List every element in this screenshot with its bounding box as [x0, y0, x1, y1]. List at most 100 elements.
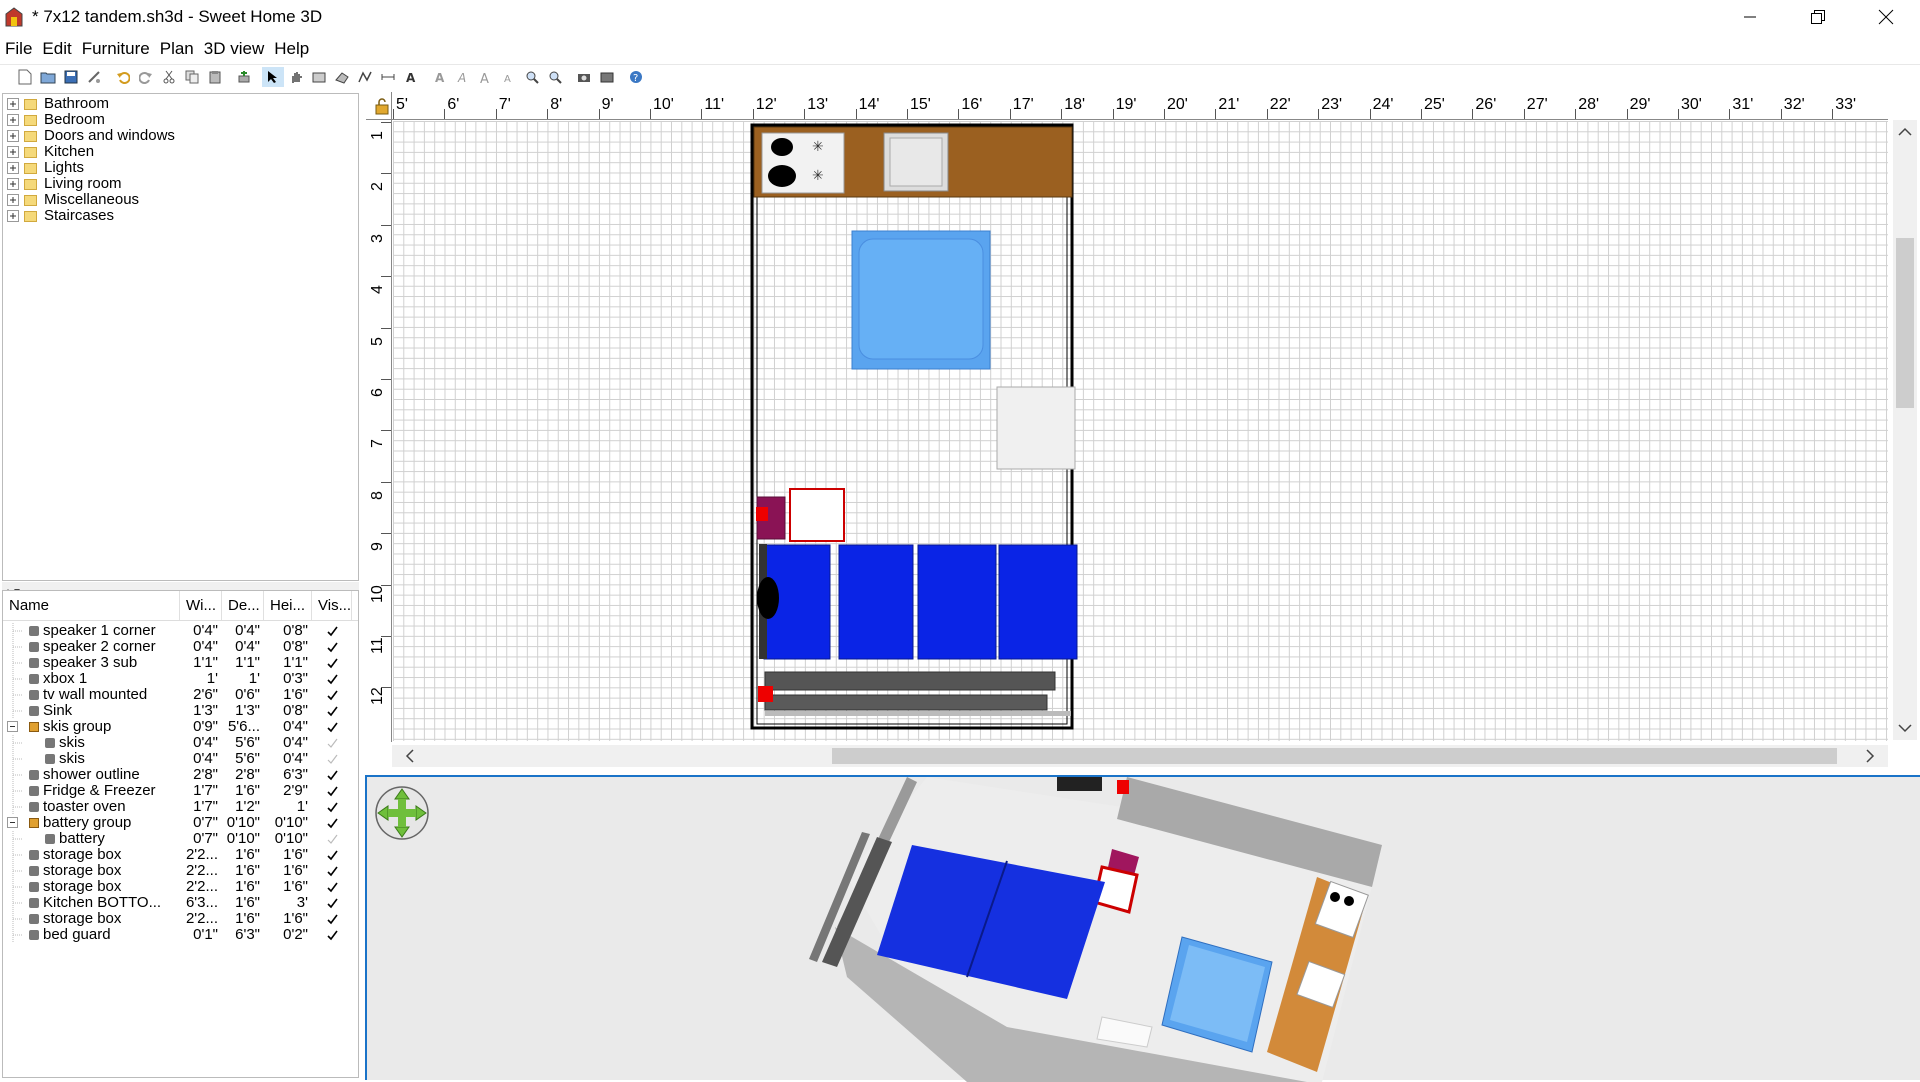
furniture-row[interactable]: xbox 1 1' 1' 0'3": [3, 671, 358, 687]
visible-checkbox-checked[interactable]: [326, 801, 339, 814]
visible-checkbox-disabled[interactable]: [326, 833, 339, 846]
speaker-3-sub[interactable]: [757, 577, 779, 619]
expand-plus-icon[interactable]: [7, 130, 19, 142]
speaker-1-corner[interactable]: [756, 507, 768, 521]
furniture-row[interactable]: storage box 2'2... 1'6" 1'6": [3, 847, 358, 863]
menu-furniture[interactable]: Furniture: [77, 39, 155, 59]
furniture-row[interactable]: toaster oven 1'7" 1'2" 1': [3, 799, 358, 815]
furniture-row[interactable]: bed guard 0'1" 6'3" 0'2": [3, 927, 358, 943]
expand-plus-icon[interactable]: [7, 178, 19, 190]
bold-button[interactable]: A: [429, 67, 451, 87]
undo-button[interactable]: [112, 67, 134, 87]
expand-plus-icon[interactable]: [7, 162, 19, 174]
catalog-category-kitchen[interactable]: Kitchen: [3, 144, 358, 160]
decrease-text-size-button[interactable]: A: [498, 67, 520, 87]
catalog-category-bedroom[interactable]: Bedroom: [3, 112, 358, 128]
help-button[interactable]: ?: [625, 67, 647, 87]
visible-checkbox-checked[interactable]: [326, 769, 339, 782]
collapse-minus-icon[interactable]: [7, 817, 19, 829]
storage-shelf[interactable]: [764, 694, 1048, 711]
visible-checkbox-checked[interactable]: [326, 721, 339, 734]
storage-box[interactable]: [998, 544, 1078, 660]
restore-button[interactable]: [1784, 0, 1852, 34]
select-mode-button[interactable]: [262, 66, 284, 87]
column-height-header[interactable]: Hei...: [264, 591, 312, 620]
catalog-category-living-room[interactable]: Living room: [3, 176, 358, 192]
add-furniture-button[interactable]: [233, 67, 255, 87]
furniture-row[interactable]: battery 0'7" 0'10" 0'10": [3, 831, 358, 847]
add-text-button[interactable]: A: [400, 67, 422, 87]
furniture-row[interactable]: speaker 3 sub 1'1" 1'1" 1'1": [3, 655, 358, 671]
visible-checkbox-checked[interactable]: [326, 705, 339, 718]
create-walls-button[interactable]: [308, 67, 330, 87]
create-photo-button[interactable]: [573, 67, 595, 87]
create-rooms-button[interactable]: [331, 67, 353, 87]
column-depth-header[interactable]: De...: [222, 591, 264, 620]
column-visible-header[interactable]: Vis...: [312, 591, 352, 620]
visible-checkbox-checked[interactable]: [326, 897, 339, 910]
italic-button[interactable]: A: [452, 67, 474, 87]
expand-plus-icon[interactable]: [7, 194, 19, 206]
visible-checkbox-checked[interactable]: [326, 865, 339, 878]
minimize-button[interactable]: [1716, 0, 1784, 34]
furniture-row[interactable]: Fridge & Freezer 1'7" 1'6" 2'9": [3, 783, 358, 799]
menu-plan[interactable]: Plan: [155, 39, 199, 59]
furniture-row[interactable]: tv wall mounted 2'6" 0'6" 1'6": [3, 687, 358, 703]
left-panel-splitter[interactable]: [2, 582, 359, 593]
furniture-row[interactable]: storage box 2'2... 1'6" 1'6": [3, 911, 358, 927]
furniture-row[interactable]: Kitchen BOTTO... 6'3... 1'6" 3': [3, 895, 358, 911]
furniture-row[interactable]: Sink 1'3" 1'3" 0'8": [3, 703, 358, 719]
furniture-row[interactable]: skis 0'4" 5'6" 0'4": [3, 751, 358, 767]
create-video-button[interactable]: [596, 67, 618, 87]
cut-toolbar-button[interactable]: [83, 67, 105, 87]
furniture-row[interactable]: storage box 2'2... 1'6" 1'6": [3, 879, 358, 895]
visible-checkbox-checked[interactable]: [326, 657, 339, 670]
fridge-freezer[interactable]: [996, 386, 1076, 470]
visible-checkbox-checked[interactable]: [326, 689, 339, 702]
increase-text-size-button[interactable]: A: [475, 67, 497, 87]
column-width-header[interactable]: Wi...: [180, 591, 222, 620]
horizontal-scroll-thumb[interactable]: [832, 748, 1837, 764]
catalog-category-lights[interactable]: Lights: [3, 160, 358, 176]
visible-checkbox-checked[interactable]: [326, 881, 339, 894]
toaster-oven[interactable]: [789, 488, 845, 542]
visible-checkbox-checked[interactable]: [326, 641, 339, 654]
save-button[interactable]: [60, 67, 82, 87]
close-button[interactable]: [1852, 0, 1920, 34]
copy-button[interactable]: [181, 67, 203, 87]
catalog-category-staircases[interactable]: Staircases: [3, 208, 358, 224]
visible-checkbox-disabled[interactable]: [326, 737, 339, 750]
3d-view[interactable]: [365, 775, 1920, 1082]
menu-3d-view[interactable]: 3D view: [199, 39, 269, 59]
zoom-in-button[interactable]: [521, 67, 543, 87]
cut-button[interactable]: [158, 67, 180, 87]
create-dimensions-button[interactable]: [377, 67, 399, 87]
visible-checkbox-checked[interactable]: [326, 785, 339, 798]
furniture-row[interactable]: speaker 2 corner 0'4" 0'4" 0'8": [3, 639, 358, 655]
plan-vertical-scrollbar[interactable]: [1893, 120, 1917, 740]
menu-file[interactable]: File: [0, 39, 37, 59]
plan-horizontal-scrollbar[interactable]: [392, 745, 1888, 767]
speaker-2-corner[interactable]: [758, 686, 773, 702]
visible-checkbox-checked[interactable]: [326, 929, 339, 942]
expand-plus-icon[interactable]: [7, 146, 19, 158]
catalog-category-miscellaneous[interactable]: Miscellaneous: [3, 192, 358, 208]
open-button[interactable]: [37, 67, 59, 87]
menu-edit[interactable]: Edit: [37, 39, 76, 59]
create-polylines-button[interactable]: [354, 67, 376, 87]
plan-grid[interactable]: ✳ ✳: [393, 121, 1888, 741]
paste-button[interactable]: [204, 67, 226, 87]
furniture-row[interactable]: skis 0'4" 5'6" 0'4": [3, 735, 358, 751]
vertical-scroll-thumb[interactable]: [1896, 238, 1914, 408]
furniture-row[interactable]: skis group 0'9" 5'6... 0'4": [3, 719, 358, 735]
redo-button[interactable]: [135, 67, 157, 87]
expand-plus-icon[interactable]: [7, 114, 19, 126]
visible-checkbox-checked[interactable]: [326, 913, 339, 926]
storage-box[interactable]: [917, 544, 997, 660]
new-home-button[interactable]: [14, 67, 36, 87]
furniture-row[interactable]: shower outline 2'8" 2'8" 6'3": [3, 767, 358, 783]
bed-guard[interactable]: [764, 671, 1056, 691]
catalog-category-bathroom[interactable]: Bathroom: [3, 96, 358, 112]
visible-checkbox-checked[interactable]: [326, 625, 339, 638]
furniture-row[interactable]: storage box 2'2... 1'6" 1'6": [3, 863, 358, 879]
